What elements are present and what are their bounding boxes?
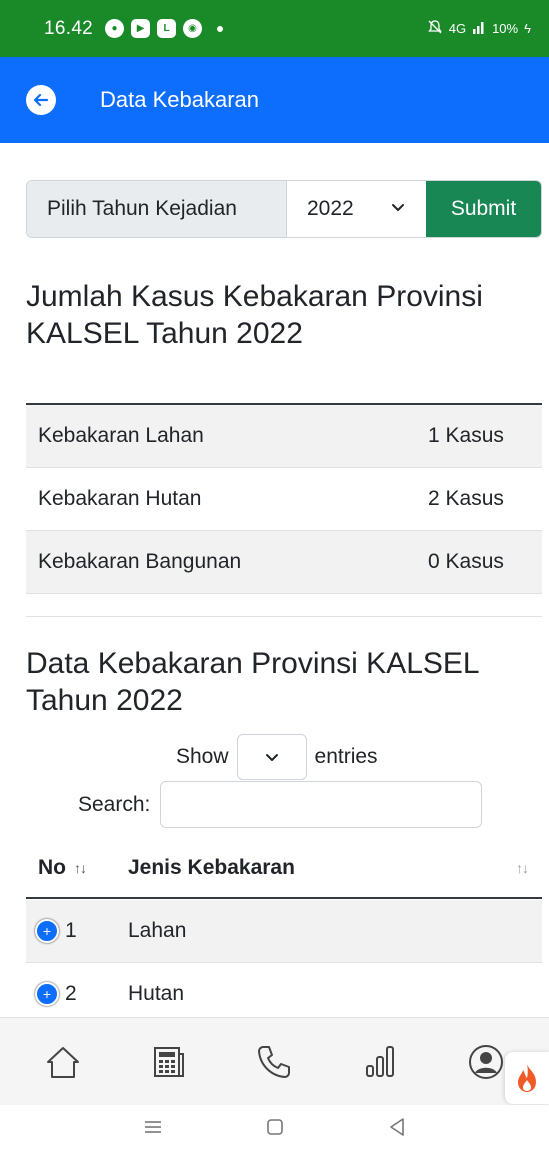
row-number: 1: [65, 919, 77, 942]
summary-title: Jumlah Kasus Kebakaran Provinsi KALSEL T…: [26, 280, 483, 350]
nav-home[interactable]: [33, 1032, 93, 1092]
data-table-body: + 1 Lahan + 2 Hutan: [26, 900, 542, 1026]
row-number-cell: + 1: [26, 919, 128, 943]
row-number-cell: + 2: [26, 982, 128, 1006]
battery-level: 10%: [492, 21, 519, 36]
data-table-header: No ↑↓ Jenis Kebakaran ↑↓: [26, 838, 542, 899]
year-filter-form: Pilih Tahun Kejadian 2022 Submit: [26, 180, 542, 238]
nav-calendar[interactable]: [139, 1032, 199, 1092]
status-time: 16.42: [44, 17, 94, 39]
summary-label: Kebakaran Bangunan: [38, 550, 242, 573]
summary-row: Kebakaran Hutan 2 Kasus: [26, 468, 542, 531]
row-jenis: Hutan: [128, 982, 185, 1005]
recent-apps-icon[interactable]: [142, 1116, 164, 1138]
home-button-icon[interactable]: [264, 1116, 286, 1138]
summary-count: 2 Kasus: [428, 487, 504, 510]
calendar-icon: [153, 1046, 184, 1077]
expand-row-icon[interactable]: +: [35, 919, 59, 943]
fire-button[interactable]: [505, 1052, 549, 1104]
sort-icon: ↑↓: [516, 859, 529, 876]
nav-statistics[interactable]: [350, 1032, 410, 1092]
mute-icon: [427, 19, 443, 38]
data-table-title: Data Kebakaran Provinsi KALSEL Tahun 202…: [26, 647, 479, 717]
summary-row: Kebakaran Lahan 1 Kasus: [26, 405, 542, 468]
sort-icon: ↑↓: [74, 859, 87, 876]
search-label: Search:: [78, 792, 151, 816]
system-navigation-bar: [0, 1105, 549, 1149]
column-header-label: Jenis Kebakaran: [128, 855, 295, 879]
system-status: 4G 10% ϟ: [427, 19, 531, 38]
summary-table: Kebakaran Lahan 1 Kasus Kebakaran Hutan …: [26, 403, 542, 594]
search-control: Search:: [78, 781, 483, 828]
fire-icon: [518, 1064, 536, 1092]
column-header-no[interactable]: No ↑↓: [26, 856, 128, 880]
more-notifications-icon: [217, 25, 224, 32]
bottom-navigation: [0, 1017, 549, 1105]
section-divider: [26, 616, 542, 617]
summary-label: Kebakaran Hutan: [38, 487, 202, 510]
youtube-icon: ▶: [131, 19, 151, 38]
chart-icon: [366, 1045, 395, 1077]
year-filter-label: Pilih Tahun Kejadian: [27, 181, 287, 237]
charging-icon: ϟ: [524, 21, 531, 36]
row-number: 2: [65, 982, 77, 1005]
signal-icon: [472, 20, 486, 37]
entries-label: entries: [314, 745, 378, 768]
expand-row-icon[interactable]: +: [35, 982, 59, 1006]
app-l-icon: L: [157, 19, 177, 38]
summary-count: 0 Kasus: [428, 550, 504, 573]
arrow-left-icon: [33, 93, 49, 107]
profile-icon: [469, 1044, 504, 1079]
home-icon: [46, 1046, 79, 1078]
year-select-value: 2022: [307, 197, 354, 220]
summary-row: Kebakaran Bangunan 0 Kasus: [26, 531, 542, 594]
nav-phone[interactable]: [244, 1032, 304, 1092]
status-bar: 16.42 ● ▶ L ◉ 4G 10% ϟ: [0, 0, 549, 57]
column-header-label: No: [38, 855, 66, 879]
summary-count: 1 Kasus: [428, 424, 504, 447]
show-label: Show: [176, 745, 229, 768]
phone-icon: [258, 1045, 291, 1078]
summary-label: Kebakaran Lahan: [38, 424, 204, 447]
notification-icons: ● ▶ L ◉: [105, 19, 224, 38]
page-title: Data Kebakaran: [100, 87, 259, 112]
show-entries-control: Show entries: [176, 734, 378, 780]
signal-label: 4G: [448, 21, 467, 36]
app-bar: Data Kebakaran: [0, 57, 549, 143]
table-row: + 1 Lahan: [26, 900, 542, 963]
year-select[interactable]: 2022: [287, 181, 426, 237]
back-button[interactable]: [26, 85, 56, 115]
column-header-jenis[interactable]: Jenis Kebakaran ↑↓: [128, 856, 542, 880]
back-triangle-icon[interactable]: [386, 1116, 408, 1138]
entries-select[interactable]: [236, 734, 307, 780]
search-input[interactable]: [160, 781, 483, 828]
game-app-icon: ◉: [183, 19, 203, 38]
chevron-down-icon: [392, 204, 404, 211]
chevron-down-icon: [265, 754, 278, 761]
submit-button[interactable]: Submit: [426, 181, 541, 237]
chat-app-icon: ●: [105, 19, 125, 38]
row-jenis: Lahan: [128, 919, 187, 942]
